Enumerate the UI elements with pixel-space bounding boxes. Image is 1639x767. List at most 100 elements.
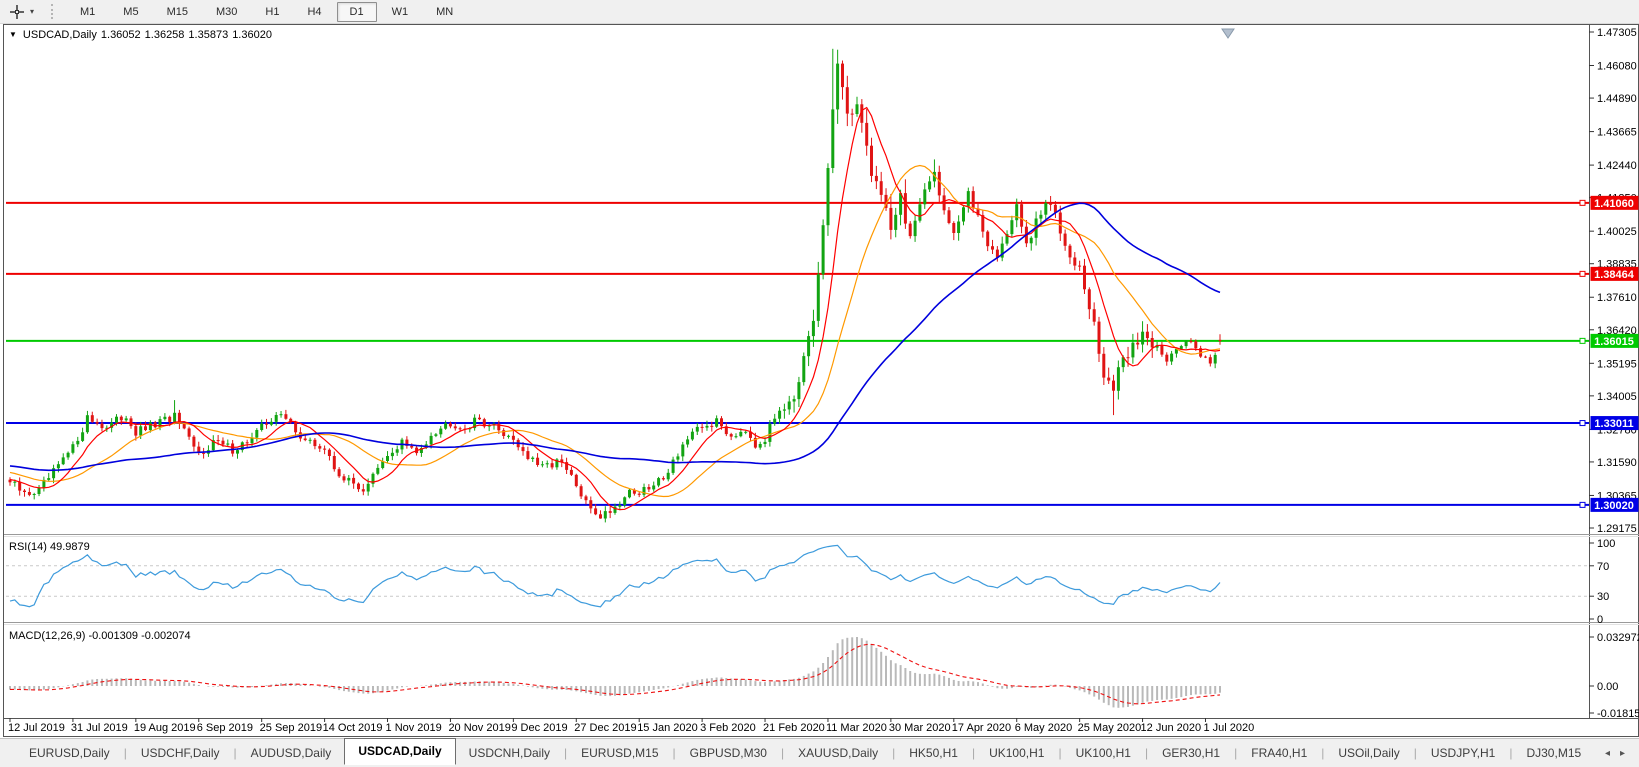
timeframe-button-mn[interactable]: MN bbox=[423, 2, 466, 22]
tab-usdcad-daily[interactable]: USDCAD,Daily bbox=[344, 738, 456, 765]
svg-text:6 May 2020: 6 May 2020 bbox=[1015, 722, 1072, 734]
hline-handle[interactable] bbox=[1579, 501, 1586, 508]
chart-symbol-title: USDCAD,Daily bbox=[22, 29, 97, 41]
timeframe-button-m1[interactable]: M1 bbox=[67, 2, 108, 22]
tab-hk50-h1[interactable]: HK50,H1 bbox=[896, 742, 971, 764]
svg-text:1.46080: 1.46080 bbox=[1597, 61, 1637, 73]
svg-text:31 Jul 2019: 31 Jul 2019 bbox=[71, 722, 128, 734]
candles-layer bbox=[8, 48, 1222, 523]
hline-handle[interactable] bbox=[1579, 420, 1586, 427]
tab-scroll-left-icon[interactable]: ◂ bbox=[1605, 748, 1610, 759]
svg-text:1.37610: 1.37610 bbox=[1597, 292, 1637, 304]
svg-text:0: 0 bbox=[1597, 614, 1603, 626]
hline-handle[interactable] bbox=[1579, 199, 1586, 206]
tab-uk100-h1[interactable]: UK100,H1 bbox=[976, 742, 1057, 764]
tab-usdjpy-h1[interactable]: USDJPY,H1 bbox=[1418, 742, 1508, 764]
ma-8-line bbox=[9, 106, 1221, 511]
tab-eurusd-daily[interactable]: EURUSD,Daily bbox=[16, 742, 123, 764]
collapse-triangle-icon[interactable]: ▼ bbox=[9, 30, 17, 39]
hline-handle[interactable] bbox=[1579, 337, 1586, 344]
svg-text:100: 100 bbox=[1597, 538, 1615, 550]
timeframe-button-m15[interactable]: M15 bbox=[154, 2, 201, 22]
macd-indicator-label: MACD(12,26,9) -0.001309 -0.002074 bbox=[9, 630, 191, 642]
ohlc-open: 1.36052 bbox=[100, 29, 141, 41]
tab-gbpusd-m30[interactable]: GBPUSD,M30 bbox=[677, 742, 780, 764]
chart-shift-marker-icon[interactable] bbox=[1221, 28, 1235, 39]
chart-frame bbox=[3, 24, 1639, 737]
tab-usdcnh-daily[interactable]: USDCNH,Daily bbox=[456, 742, 563, 764]
svg-text:20 Nov 2019: 20 Nov 2019 bbox=[448, 722, 510, 734]
timeframe-toolbar: M1 M5 M15 M30 H1 H4 D1 W1 MN bbox=[66, 1, 467, 22]
tab-fra40-h1[interactable]: FRA40,H1 bbox=[1238, 742, 1320, 764]
svg-text:1.33011: 1.33011 bbox=[1594, 418, 1633, 430]
hline-handle[interactable] bbox=[1579, 270, 1586, 277]
svg-text:30: 30 bbox=[1597, 591, 1609, 603]
timeframe-button-m30[interactable]: M30 bbox=[203, 2, 250, 22]
svg-text:1.34005: 1.34005 bbox=[1597, 391, 1637, 403]
svg-text:19 Aug 2019: 19 Aug 2019 bbox=[134, 722, 196, 734]
date-axis[interactable]: 12 Jul 2019 31 Jul 2019 19 Aug 2019 6 Sep 2… bbox=[8, 718, 1254, 734]
tab-scroll-nav: ◂ ▸ bbox=[1605, 748, 1639, 759]
svg-text:30 Mar 2020: 30 Mar 2020 bbox=[889, 722, 951, 734]
svg-text:12 Jun 2020: 12 Jun 2020 bbox=[1141, 722, 1202, 734]
timeframe-button-h1[interactable]: H1 bbox=[252, 2, 292, 22]
macd-pane-layer bbox=[9, 637, 1221, 708]
svg-text:27 Dec 2019: 27 Dec 2019 bbox=[574, 722, 636, 734]
timeframe-button-w1[interactable]: W1 bbox=[379, 2, 422, 22]
svg-text:15 Jan 2020: 15 Jan 2020 bbox=[637, 722, 698, 734]
chart-window[interactable]: 1.473051.460801.448901.436651.424401.412… bbox=[0, 24, 1639, 737]
tab-usdchf-daily[interactable]: USDCHF,Daily bbox=[128, 742, 233, 764]
svg-text:14 Oct 2019: 14 Oct 2019 bbox=[323, 722, 383, 734]
ohlc-high: 1.36258 bbox=[144, 29, 185, 41]
price-axis[interactable]: 1.473051.460801.448901.436651.424401.412… bbox=[1579, 27, 1639, 720]
svg-text:1.29175: 1.29175 bbox=[1597, 523, 1637, 535]
svg-text:1.43665: 1.43665 bbox=[1597, 127, 1637, 139]
ohlc-low: 1.35873 bbox=[188, 29, 229, 41]
svg-text:-0.018154: -0.018154 bbox=[1597, 708, 1639, 720]
svg-text:1.41060: 1.41060 bbox=[1594, 198, 1634, 210]
svg-text:1.36015: 1.36015 bbox=[1594, 336, 1634, 348]
svg-text:1.31590: 1.31590 bbox=[1597, 457, 1637, 469]
tab-audusd-daily[interactable]: AUDUSD,Daily bbox=[238, 742, 345, 764]
svg-text:1.42440: 1.42440 bbox=[1597, 160, 1637, 172]
chart-canvas[interactable]: 1.473051.460801.448901.436651.424401.412… bbox=[0, 24, 1639, 737]
symbol-tab-bar: EURUSD,Daily | USDCHF,Daily | AUDUSD,Daily US… bbox=[0, 738, 1639, 767]
svg-text:12 Jul 2019: 12 Jul 2019 bbox=[8, 722, 65, 734]
chevron-down-icon: ▾ bbox=[30, 7, 35, 16]
svg-text:6 Sep 2019: 6 Sep 2019 bbox=[197, 722, 253, 734]
svg-text:1.40025: 1.40025 bbox=[1597, 226, 1637, 238]
crosshair-tool-button[interactable]: ▾ bbox=[6, 3, 37, 21]
svg-text:25 May 2020: 25 May 2020 bbox=[1078, 722, 1142, 734]
svg-text:17 Apr 2020: 17 Apr 2020 bbox=[952, 722, 1011, 734]
tab-dj30-m15[interactable]: DJ30,M15 bbox=[1513, 742, 1594, 764]
tab-uk100-h1[interactable]: UK100,H1 bbox=[1063, 742, 1144, 764]
ohlc-close: 1.36020 bbox=[232, 29, 272, 41]
rsi-indicator-label: RSI(14) 49.9879 bbox=[9, 541, 90, 553]
timeframe-button-m5[interactable]: M5 bbox=[110, 2, 151, 22]
svg-text:3 Feb 2020: 3 Feb 2020 bbox=[700, 722, 756, 734]
svg-text:0.00: 0.00 bbox=[1597, 681, 1618, 693]
tab-usoil-daily[interactable]: USOil,Daily bbox=[1325, 742, 1412, 764]
toolbar-grip[interactable] bbox=[51, 4, 56, 19]
svg-text:1.44890: 1.44890 bbox=[1597, 93, 1637, 105]
ma-55-line bbox=[9, 202, 1221, 472]
mt4-application: { "toolbar": { "dropdown_glyph": "▾", "t… bbox=[0, 0, 1639, 767]
ma-layer-20 bbox=[9, 164, 1221, 498]
svg-text:11 Mar 2020: 11 Mar 2020 bbox=[826, 722, 887, 734]
crosshair-icon bbox=[10, 4, 24, 19]
svg-text:1 Nov 2019: 1 Nov 2019 bbox=[386, 722, 442, 734]
svg-text:1.30020: 1.30020 bbox=[1594, 500, 1634, 512]
ma-20-line bbox=[9, 164, 1221, 498]
timeframe-button-d1[interactable]: D1 bbox=[336, 1, 377, 22]
svg-text:21 Feb 2020: 21 Feb 2020 bbox=[763, 722, 825, 734]
svg-text:70: 70 bbox=[1597, 561, 1609, 573]
tab-ger30-h1[interactable]: GER30,H1 bbox=[1149, 742, 1233, 764]
ma-layer-55 bbox=[9, 202, 1221, 472]
tab-xauusd-daily[interactable]: XAUUSD,Daily bbox=[785, 742, 891, 764]
svg-text:1.35195: 1.35195 bbox=[1597, 358, 1637, 370]
svg-text:1 Jul 2020: 1 Jul 2020 bbox=[1203, 722, 1254, 734]
tab-eurusd-m15[interactable]: EURUSD,M15 bbox=[568, 742, 671, 764]
rsi-line bbox=[9, 544, 1221, 608]
tab-scroll-right-icon[interactable]: ▸ bbox=[1620, 748, 1625, 759]
timeframe-button-h4[interactable]: H4 bbox=[294, 2, 334, 22]
